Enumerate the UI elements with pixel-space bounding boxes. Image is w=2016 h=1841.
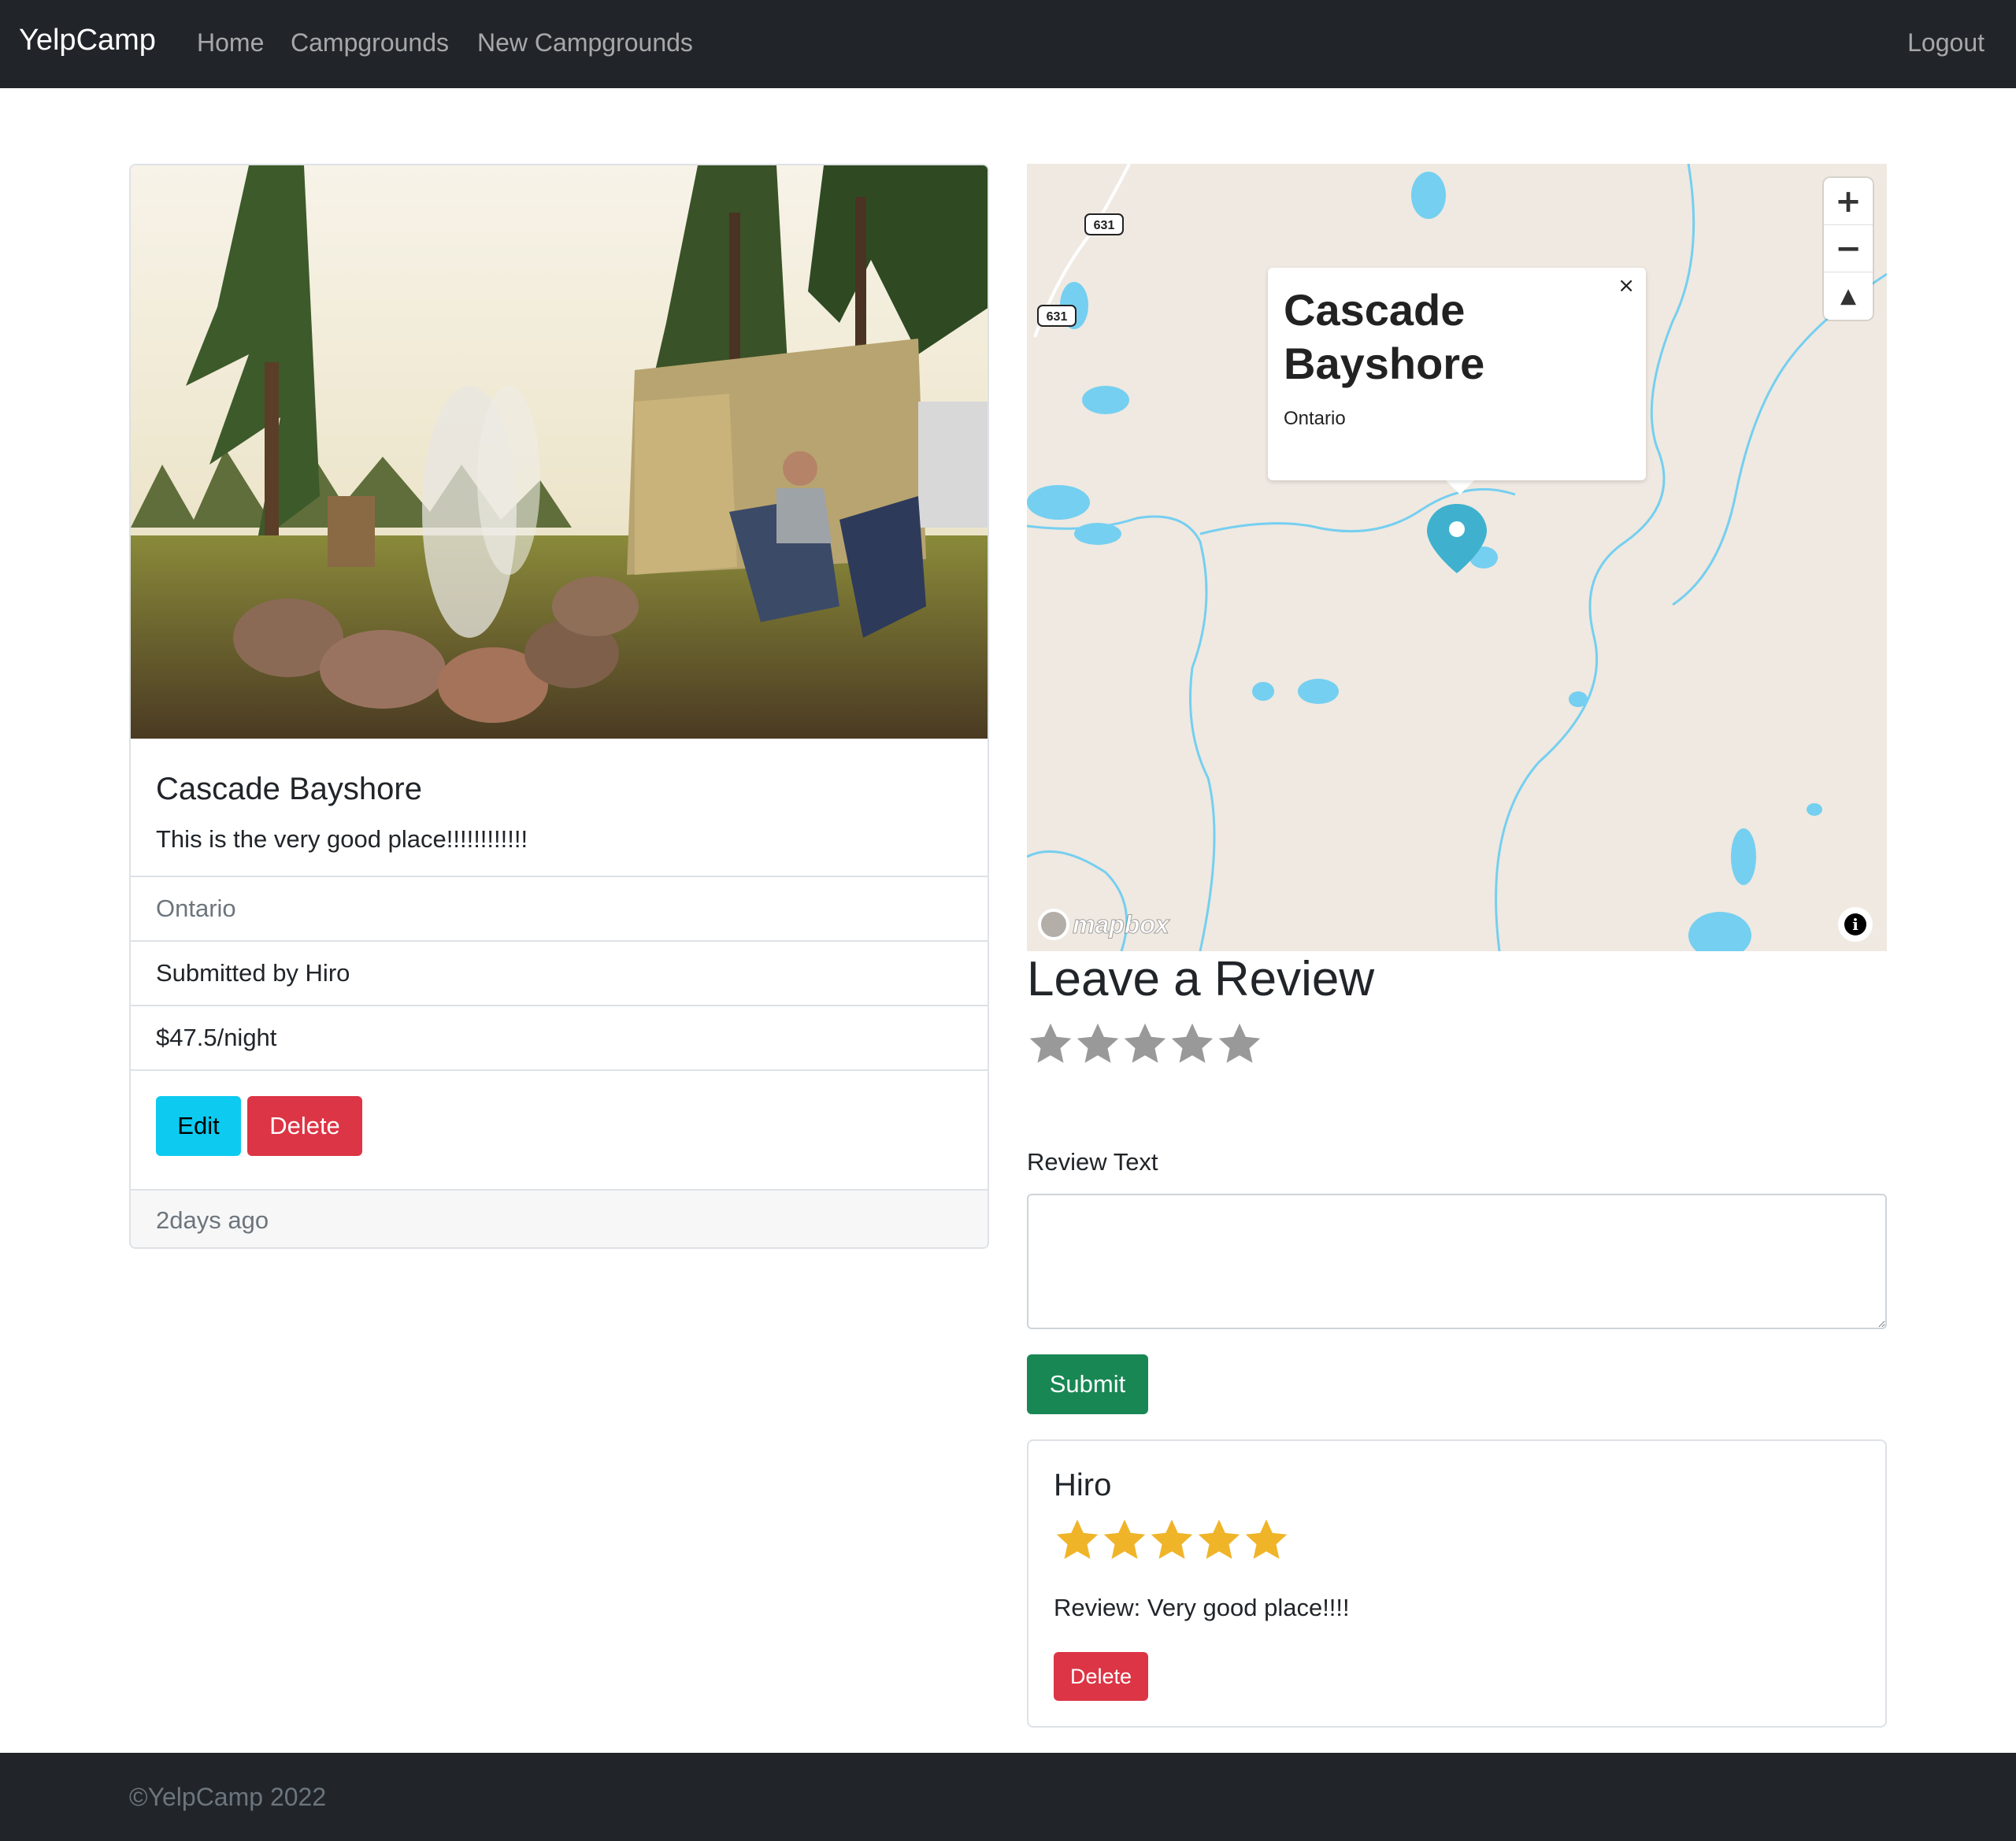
star-filled-icon — [1103, 1519, 1146, 1559]
star-icon[interactable] — [1027, 1021, 1074, 1068]
campground-map[interactable]: 631 631 Cascade Bayshore Ontario × + − ▲… — [1027, 164, 1887, 951]
map-popup: Cascade Bayshore Ontario × — [1268, 268, 1646, 480]
review-text-label: Review Text — [1027, 1148, 1158, 1176]
review-star-rating — [1054, 1517, 1290, 1564]
review-text-input[interactable] — [1027, 1194, 1887, 1329]
campground-author: Submitted by Hiro — [156, 959, 350, 987]
footer: ©YelpCamp 2022 — [0, 1753, 2016, 1841]
nav-new-campground-link[interactable]: New Campgrounds — [477, 28, 693, 57]
popup-location: Ontario — [1284, 408, 1346, 429]
road-shield-label: 631 — [1094, 219, 1115, 232]
campground-card-body: Cascade Bayshore This is the very good p… — [131, 739, 988, 877]
edit-button[interactable]: Edit — [156, 1096, 241, 1156]
mapbox-logo[interactable]: mapbox — [1038, 909, 1169, 940]
logout-link[interactable]: Logout — [1907, 28, 1984, 57]
review-author: Hiro — [1054, 1468, 1112, 1502]
popup-tip — [1444, 479, 1476, 495]
nav-campgrounds-link[interactable]: Campgrounds — [291, 28, 449, 57]
mapbox-logo-text: mapbox — [1073, 909, 1170, 939]
compass-button[interactable]: ▲ — [1824, 272, 1873, 320]
campground-location-item: Ontario — [131, 877, 988, 942]
star-filled-icon — [1056, 1519, 1099, 1559]
popup-title: Cascade Bayshore — [1284, 285, 1485, 388]
star-icon[interactable] — [1169, 1021, 1216, 1068]
campground-photo — [131, 165, 988, 739]
zoom-in-button[interactable]: + — [1824, 178, 1873, 225]
star-icon[interactable] — [1074, 1021, 1121, 1068]
submit-review-button[interactable]: Submit — [1027, 1354, 1148, 1414]
campground-title: Cascade Bayshore — [156, 772, 422, 806]
navbar: YelpCamp Home Campgrounds New Campground… — [0, 0, 2016, 88]
zoom-out-button[interactable]: − — [1824, 225, 1873, 272]
delete-review-button[interactable]: Delete — [1054, 1652, 1148, 1701]
star-icon[interactable] — [1121, 1021, 1169, 1068]
review-text: Review: Very good place!!!! — [1054, 1594, 1350, 1621]
star-rating-input[interactable] — [1027, 1021, 1263, 1068]
campground-price-item: $47.5/night — [131, 1006, 988, 1071]
review-card: Hiro Review: Very good place!!!! Delete — [1027, 1439, 1887, 1728]
footer-copyright: ©YelpCamp 2022 — [129, 1783, 327, 1811]
posted-time: 2days ago — [156, 1206, 269, 1234]
star-icon[interactable] — [1216, 1021, 1263, 1068]
campground-actions: Edit Delete — [131, 1071, 988, 1191]
campground-card: Cascade Bayshore This is the very good p… — [129, 164, 989, 1249]
star-filled-icon — [1151, 1519, 1193, 1559]
attribution-info-button[interactable]: i — [1838, 907, 1873, 942]
campground-location: Ontario — [156, 895, 236, 922]
campground-card-footer: 2days ago — [131, 1191, 988, 1247]
star-filled-icon — [1198, 1519, 1240, 1559]
road-shield-label-2: 631 — [1047, 310, 1068, 324]
campground-description: This is the very good place!!!!!!!!!!!! — [156, 825, 528, 853]
campground-price: $47.5/night — [156, 1024, 277, 1051]
delete-campground-button[interactable]: Delete — [247, 1096, 362, 1156]
campground-author-item: Submitted by Hiro — [131, 942, 988, 1006]
map-navigation-control: + − ▲ — [1824, 178, 1873, 320]
nav-home-link[interactable]: Home — [197, 28, 264, 57]
star-filled-icon — [1245, 1519, 1288, 1559]
leave-review-heading: Leave a Review — [1027, 952, 1375, 1006]
brand-logo[interactable]: YelpCamp — [19, 24, 156, 57]
popup-close-button[interactable]: × — [1618, 274, 1635, 298]
info-icon: i — [1844, 913, 1866, 935]
mapbox-logo-icon — [1038, 909, 1069, 940]
